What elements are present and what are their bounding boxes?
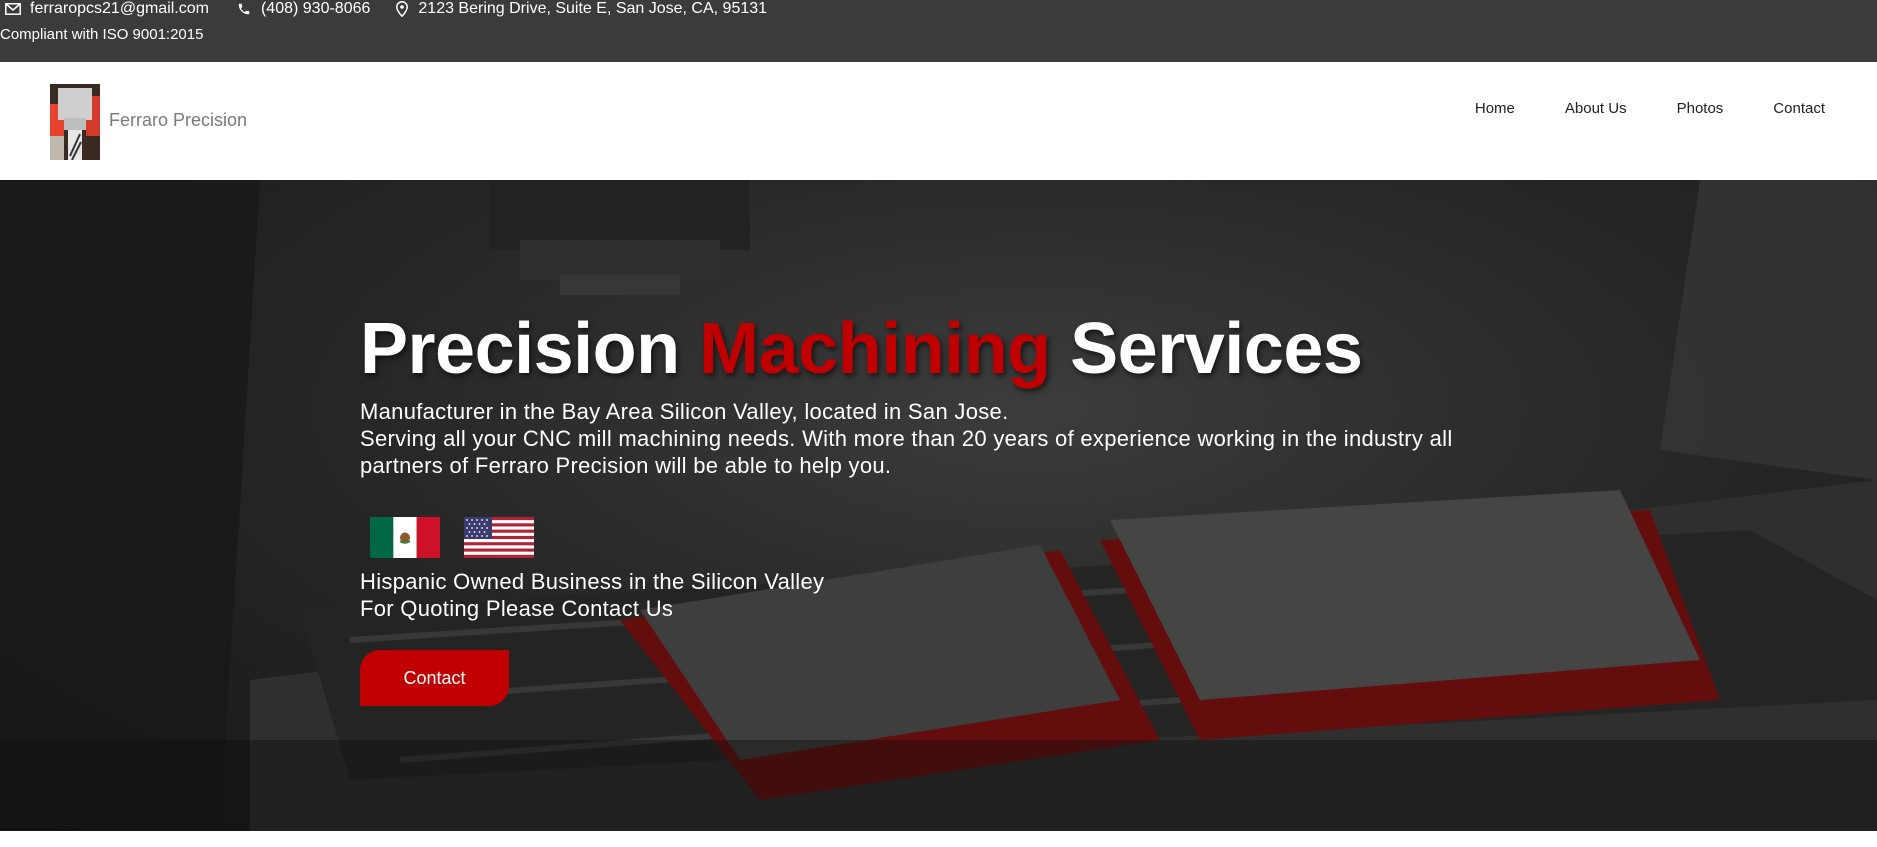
hero-desc-line1: Manufacturer in the Bay Area Silicon Val… xyxy=(360,399,1009,424)
usa-flag-icon xyxy=(464,517,534,558)
site-header: Ferraro Precision Home About Us Photos C… xyxy=(0,62,1877,180)
phone-item[interactable]: (408) 930-8066 xyxy=(237,0,370,18)
contact-button[interactable]: Contact xyxy=(360,650,509,706)
hero-owned-line2: For Quoting Please Contact Us xyxy=(360,596,674,621)
logo-image[interactable] xyxy=(50,84,100,160)
nav-item-contact[interactable]: Contact xyxy=(1773,100,1825,117)
hero-owned-text: Hispanic Owned Business in the Silicon V… xyxy=(360,568,824,622)
hero-title-part2: Services xyxy=(1050,309,1363,389)
top-info-bar: ferraropcs21@gmail.com (408) 930-8066 21… xyxy=(0,0,1877,62)
hero-section: Precision Machining Services Manufacture… xyxy=(0,180,1877,831)
hero-title: Precision Machining Services xyxy=(360,308,1363,390)
hero-title-accent: Machining xyxy=(699,309,1051,389)
hero-title-part1: Precision xyxy=(360,309,700,389)
location-pin-icon xyxy=(396,1,409,17)
hero-overlay xyxy=(0,180,1877,831)
phone-icon xyxy=(237,2,251,16)
address-text: 2123 Bering Drive, Suite E, San Jose, CA… xyxy=(418,0,768,17)
mail-icon xyxy=(5,3,21,15)
flags-row xyxy=(370,517,558,558)
main-nav: Home About Us Photos Contact xyxy=(1425,100,1825,117)
address-item: 2123 Bering Drive, Suite E, San Jose, CA… xyxy=(396,0,767,18)
email-item[interactable]: ferraropcs21@gmail.com xyxy=(0,0,209,18)
nav-item-about-us[interactable]: About Us xyxy=(1565,100,1627,117)
mexico-flag-icon xyxy=(370,517,440,558)
hero-owned-line1: Hispanic Owned Business in the Silicon V… xyxy=(360,569,825,594)
nav-item-home[interactable]: Home xyxy=(1475,100,1515,117)
email-text[interactable]: ferraropcs21@gmail.com xyxy=(30,0,209,18)
phone-text[interactable]: (408) 930-8066 xyxy=(261,0,370,18)
hero-desc-line2: Serving all your CNC mill machining need… xyxy=(360,426,1453,478)
brand-name[interactable]: Ferraro Precision xyxy=(109,110,247,131)
compliance-text: Compliant with ISO 9001:2015 xyxy=(0,26,204,43)
contact-info-row: ferraropcs21@gmail.com (408) 930-8066 21… xyxy=(0,0,767,18)
hero-description: Manufacturer in the Bay Area Silicon Val… xyxy=(360,398,1460,479)
nav-item-photos[interactable]: Photos xyxy=(1677,100,1724,117)
